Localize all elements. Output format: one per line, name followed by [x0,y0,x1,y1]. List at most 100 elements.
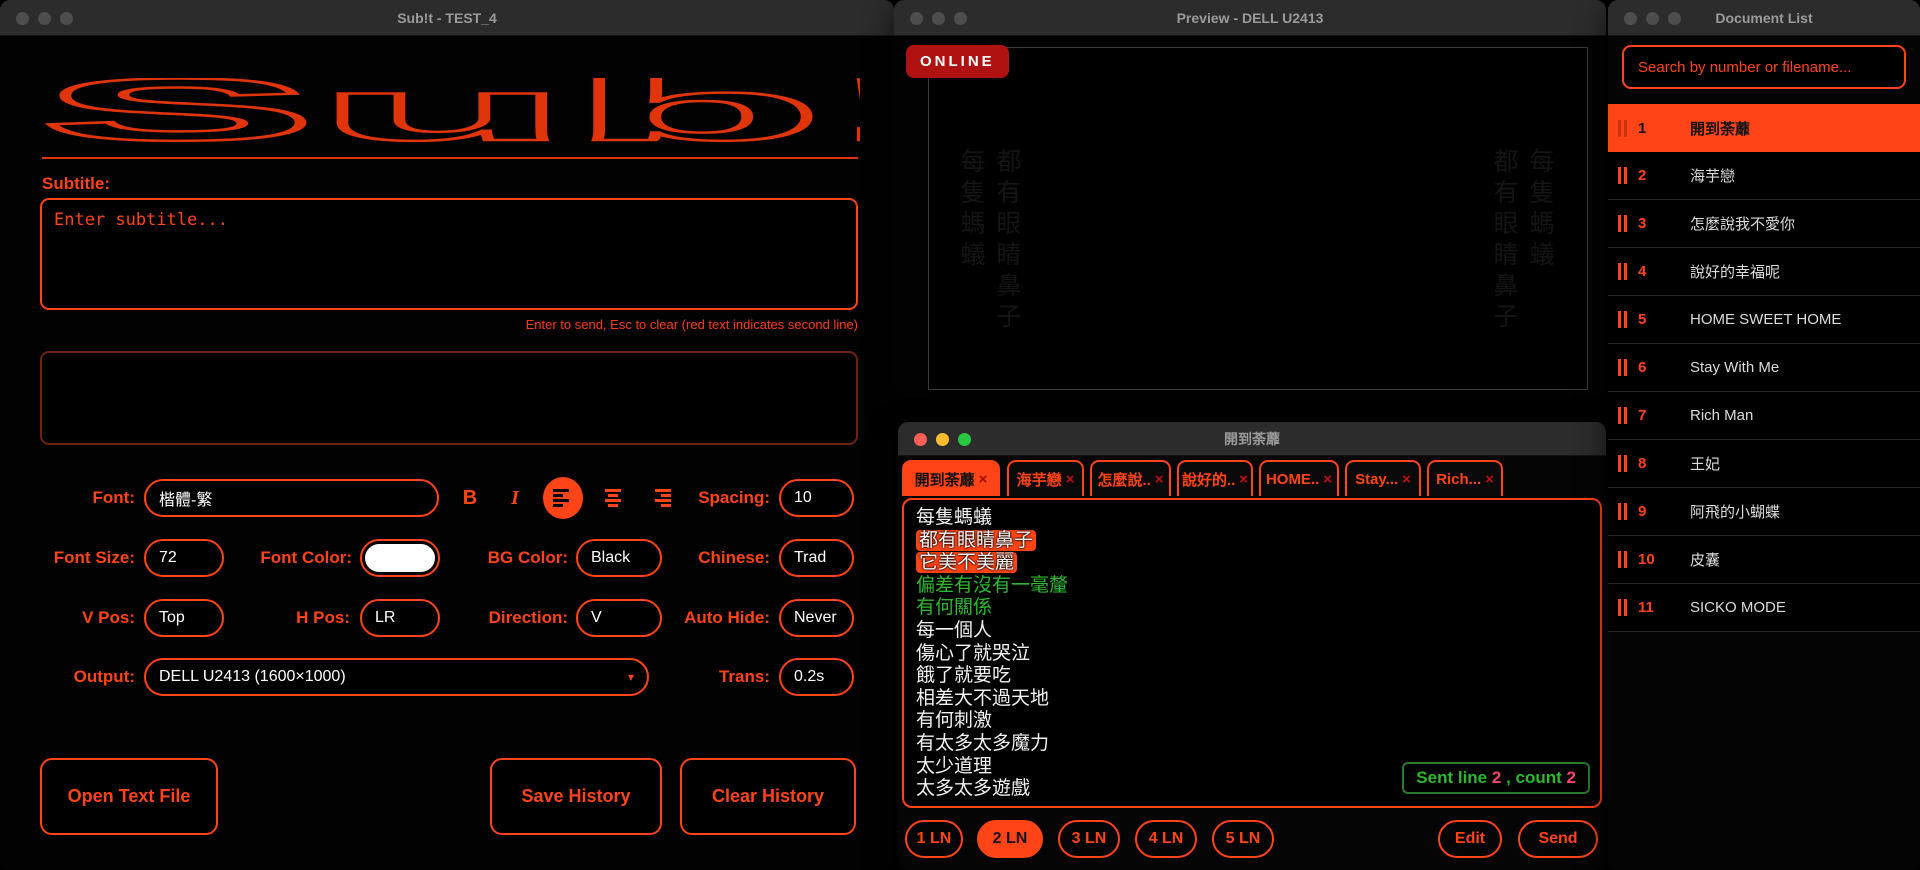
drag-handle-icon[interactable] [1618,407,1632,424]
align-left-button[interactable] [543,477,583,519]
zoom-button[interactable] [958,432,971,446]
close-button[interactable] [910,11,923,25]
document-number: 10 [1638,551,1655,568]
document-row-1[interactable]: 1 開到荼蘼 [1608,104,1920,152]
main-titlebar[interactable]: Sub!t - TEST_4 [0,0,894,36]
close-tab-icon[interactable]: × [1155,471,1164,488]
minimize-button[interactable] [936,432,949,446]
close-button[interactable] [914,432,927,446]
tab-2[interactable]: 怎麼說.. × [1090,460,1171,496]
lyric-line[interactable]: 有何刺激 [916,710,1588,733]
tab-5[interactable]: Stay... × [1345,460,1421,496]
output-select[interactable]: DELL U2413 (1600×1000) ▾ [144,658,649,696]
bg-color-input[interactable]: Black [576,539,662,577]
minimize-button[interactable] [38,11,51,25]
second-line-box[interactable] [40,351,858,445]
v-pos-input[interactable]: Top [144,599,224,637]
preview-traffic-lights[interactable] [910,0,967,36]
open-text-file-button[interactable]: Open Text File [40,758,218,835]
trans-input[interactable]: 0.2s [779,658,854,696]
minimize-button[interactable] [932,11,945,25]
tab-0[interactable]: 開到荼蘼 × [902,460,1000,496]
document-row-8[interactable]: 8 王妃 [1608,440,1920,488]
edit-button[interactable]: Edit [1438,820,1502,858]
tab-4[interactable]: HOME.. × [1259,460,1339,496]
lines-2-button[interactable]: 2 LN [977,820,1043,858]
drag-handle-icon[interactable] [1618,599,1632,616]
document-row-3[interactable]: 3 怎麼說我不愛你 [1608,200,1920,248]
lines-4-button[interactable]: 4 LN [1135,820,1197,858]
preview-titlebar[interactable]: Preview - DELL U2413 [894,0,1606,36]
document-row-10[interactable]: 10 皮囊 [1608,536,1920,584]
clear-history-button[interactable]: Clear History [680,758,856,835]
italic-button[interactable]: I [500,479,530,517]
close-tab-icon[interactable]: × [979,471,988,488]
chinese-input[interactable]: Trad [779,539,854,577]
bold-button[interactable]: B [455,479,485,517]
drag-handle-icon[interactable] [1618,359,1632,376]
document-row-11[interactable]: 11 SICKO MODE [1608,584,1920,632]
drag-handle-icon[interactable] [1618,215,1632,232]
font-size-input[interactable]: 72 [144,539,224,577]
drag-handle-icon[interactable] [1618,503,1632,520]
zoom-button[interactable] [1668,11,1681,25]
save-history-button[interactable]: Save History [490,758,662,835]
document-traffic-lights[interactable] [1624,0,1681,36]
tab-3[interactable]: 說好的.. × [1177,460,1253,496]
document-row-9[interactable]: 9 阿飛的小蝴蝶 [1608,488,1920,536]
close-tab-icon[interactable]: × [1066,471,1075,488]
lyrics-titlebar[interactable]: 開到荼蘼 [898,422,1606,456]
lyric-line[interactable]: 傷心了就哭泣 [916,643,1588,666]
align-right-button[interactable] [641,477,681,519]
lines-3-button[interactable]: 3 LN [1058,820,1120,858]
lyric-line[interactable]: 每隻螞蟻 [916,507,1588,530]
main-traffic-lights[interactable] [16,0,73,36]
close-button[interactable] [16,11,29,25]
document-title: 皮囊 [1690,552,1721,569]
lyrics-traffic-lights[interactable] [914,422,971,456]
send-button[interactable]: Send [1518,820,1598,858]
document-row-5[interactable]: 5 HOME SWEET HOME [1608,296,1920,344]
lyric-line[interactable]: 相差大不過天地 [916,688,1588,711]
tab-6[interactable]: Rich... × [1427,460,1503,496]
close-tab-icon[interactable]: × [1323,471,1332,488]
drag-handle-icon[interactable] [1618,263,1632,280]
document-list-titlebar[interactable]: Document List [1608,0,1920,36]
close-tab-icon[interactable]: × [1402,471,1411,488]
close-button[interactable] [1624,11,1637,25]
font-name-input[interactable]: 楷體-繁 [144,479,439,517]
minimize-button[interactable] [1646,11,1659,25]
subtitle-input[interactable] [42,200,856,308]
close-tab-icon[interactable]: × [1239,471,1248,488]
drag-handle-icon[interactable] [1618,455,1632,472]
lyric-line[interactable]: 每一個人 [916,620,1588,643]
lyric-line-sent[interactable]: 都有眼睛鼻子 [916,529,1588,553]
lyric-line-next[interactable]: 偏差有沒有一毫釐 [916,575,1588,598]
drag-handle-icon[interactable] [1618,311,1632,328]
document-row-2[interactable]: 2 海芋戀 [1608,152,1920,200]
drag-handle-icon[interactable] [1618,551,1632,568]
direction-input[interactable]: V [576,599,662,637]
document-row-7[interactable]: 7 Rich Man [1608,392,1920,440]
lines-5-button[interactable]: 5 LN [1212,820,1274,858]
lines-1-button[interactable]: 1 LN [905,820,963,858]
lyric-line[interactable]: 有太多太多魔力 [916,733,1588,756]
zoom-button[interactable] [60,11,73,25]
tab-1[interactable]: 海芋戀 × [1007,460,1084,496]
auto-hide-input[interactable]: Never [779,599,854,637]
document-row-6[interactable]: 6 Stay With Me [1608,344,1920,392]
lyric-line-next[interactable]: 有何關係 [916,597,1588,620]
lyric-line-sent[interactable]: 它美不美麗 [916,552,1588,575]
font-color-swatch[interactable] [360,539,440,577]
document-title: Stay With Me [1690,359,1780,376]
document-row-4[interactable]: 4 說好的幸福呢 [1608,248,1920,296]
search-input[interactable] [1624,47,1904,87]
zoom-button[interactable] [954,11,967,25]
lyric-line[interactable]: 餓了就要吃 [916,665,1588,688]
align-center-button[interactable] [593,477,633,519]
drag-handle-icon[interactable] [1618,167,1632,184]
close-tab-icon[interactable]: × [1485,471,1494,488]
h-pos-input[interactable]: LR [360,599,440,637]
drag-handle-icon[interactable] [1618,119,1632,137]
spacing-input[interactable]: 10 [779,479,854,517]
